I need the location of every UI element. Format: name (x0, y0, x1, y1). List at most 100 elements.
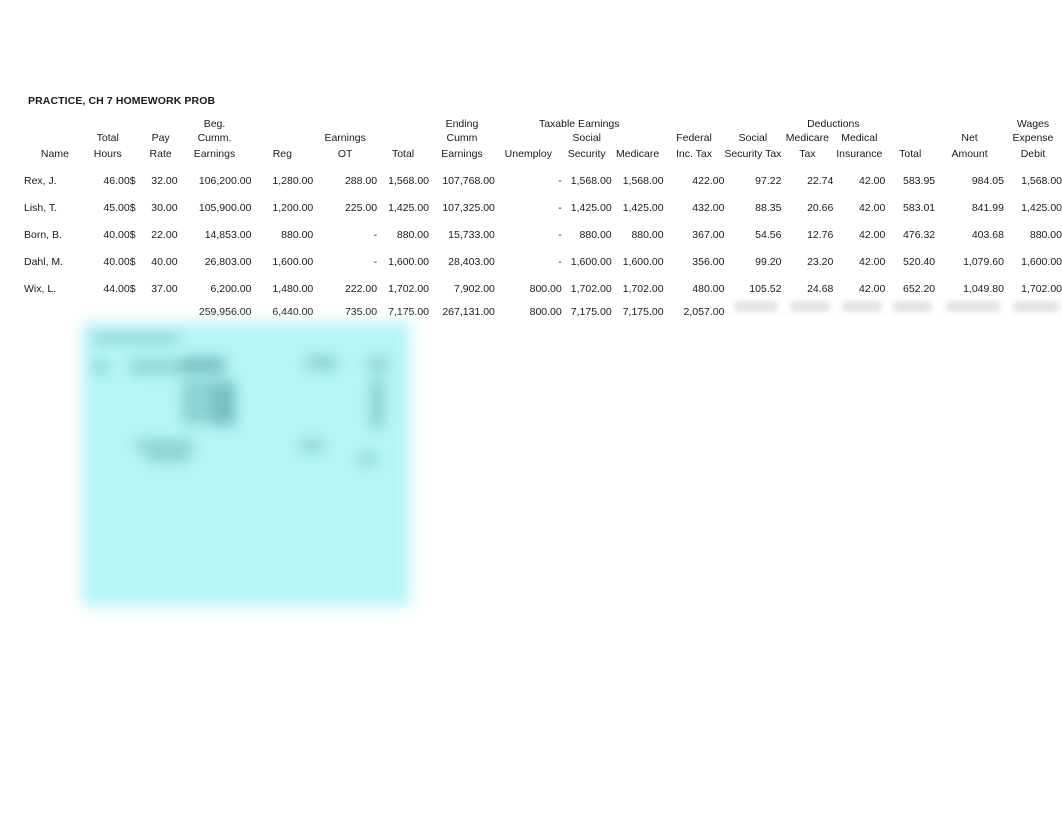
header-social-security-tax: Security Tax (724, 148, 782, 160)
cell-ending-cumm-earnings: 107,768.00 (442, 175, 495, 187)
totals-ot: 735.00 (344, 306, 378, 318)
cell-beg-cumm-earnings: 26,803.00 (204, 256, 252, 268)
cell-pay-rate: 32.00 (151, 175, 178, 187)
cell-ending-cumm-earnings: 28,403.00 (448, 256, 495, 268)
group-spacer-ot (313, 116, 377, 130)
cell-social-security: 1,425.00 (570, 202, 612, 214)
cell-reg: 1,480.00 (272, 283, 314, 295)
totals-federal-inc-tax: 2,057.00 (683, 306, 725, 318)
cell-total-hours: 40.00 (103, 229, 130, 241)
table-totals-row: 259,956.00 6,440.00 735.00 7,175.00 267,… (24, 295, 1062, 318)
cell-medical-insurance: 42.00 (859, 202, 886, 214)
cell-social-security: 880.00 (579, 229, 612, 241)
totals-social-security-tax (724, 295, 781, 318)
cell-federal-inc-tax: 356.00 (692, 256, 725, 268)
group-spacer-name (24, 116, 86, 130)
cell-medical-insurance: 42.00 (859, 256, 886, 268)
cell-beg-cumm-earnings: 6,200.00 (210, 283, 252, 295)
table-row: Dahl, M. 40.00 $40.00 26,803.00 1,600.00-1,6… (24, 241, 1062, 268)
cell-reg: 1,600.00 (272, 256, 314, 268)
cell-total-earnings: 1,568.00 (388, 175, 429, 187)
cell-social-security-tax: 105.52 (749, 283, 782, 295)
cell-beg-cumm-earnings: 14,853.00 (204, 229, 252, 241)
cell-medicare-tax: 22.74 (807, 175, 834, 187)
group-spacer-hours (86, 116, 130, 130)
cell-total-earnings: 1,600.00 (388, 256, 429, 268)
header-ending-cumm-earnings-line1: Ending (445, 118, 479, 130)
cell-medical-insurance: 42.00 (859, 283, 886, 295)
cell-medicare: 1,600.00 (622, 256, 664, 268)
header-ot: OT (337, 148, 353, 160)
header-reg-line2 (251, 130, 313, 144)
totals-total-earnings: 7,175.00 (388, 306, 429, 318)
cell-ot: - (373, 229, 378, 241)
group-spacer-rate (144, 116, 178, 130)
cell-medicare: 1,425.00 (622, 202, 664, 214)
cell-net-amount: 841.99 (971, 202, 1004, 214)
cell-beg-cumm-earnings: 106,200.00 (198, 175, 252, 187)
cell-medicare-tax: 24.68 (807, 283, 834, 295)
cell-total-hours: 40.00 (103, 256, 130, 268)
cell-federal-inc-tax: 367.00 (692, 229, 725, 241)
cell-medicare: 1,702.00 (622, 283, 664, 295)
cell-reg: 880.00 (281, 229, 314, 241)
header-name: Name (40, 148, 69, 160)
header-currency (130, 144, 144, 160)
cell-name: Rex, J. (24, 175, 57, 187)
cell-currency: $ (129, 202, 136, 214)
cell-reg: 1,200.00 (272, 202, 314, 214)
header-medicare-tax: Tax (799, 148, 816, 160)
totals-unemploy: 800.00 (529, 306, 562, 318)
cell-pay-rate: 37.00 (151, 283, 178, 295)
cell-medicare-tax: 23.20 (807, 256, 834, 268)
cell-net-amount: 403.68 (971, 229, 1004, 241)
cell-total-earnings: 1,702.00 (388, 283, 429, 295)
cell-social-security: 1,702.00 (570, 283, 612, 295)
table-body: Rex, J. 46.00 $32.00 106,200.00 1,280.00 288.… (24, 160, 1062, 295)
cell-social-security-tax: 88.35 (755, 202, 782, 214)
cell-name: Born, B. (24, 229, 62, 241)
cell-total-earnings: 880.00 (396, 229, 429, 241)
totals-total-hours (86, 295, 130, 318)
header-medical-insurance-line2: Medical (841, 132, 878, 144)
group-spacer-fed (664, 116, 725, 130)
cell-ot: 225.00 (344, 202, 378, 214)
totals-medical-insurance (833, 295, 885, 318)
totals-medicare-tax (781, 295, 833, 318)
header-pay-rate: Rate (149, 148, 172, 160)
cell-currency: $ (129, 229, 136, 241)
header-net-amount-line2: Net (961, 132, 978, 144)
cell-pay-rate: 22.00 (151, 229, 178, 241)
page-title: PRACTICE, CH 7 HOMEWORK PROB (28, 95, 216, 107)
group-spacer-currency (130, 116, 144, 130)
header-deductions-total: Total (899, 148, 922, 160)
totals-medicare: 7,175.00 (622, 306, 664, 318)
cell-ending-cumm-earnings: 15,733.00 (448, 229, 495, 241)
cell-currency: $ (129, 283, 136, 295)
cell-social-security-tax: 99.20 (755, 256, 782, 268)
cell-medicare: 880.00 (631, 229, 664, 241)
header-total-hours-line2: Total (96, 132, 119, 144)
header-wages-expense-debit: Debit (1020, 148, 1046, 160)
group-spacer-sstax (724, 116, 781, 130)
totals-ending-cumm-earnings: 267,131.00 (442, 306, 495, 318)
cell-unemploy: - (558, 229, 562, 241)
cell-beg-cumm-earnings: 105,900.00 (198, 202, 252, 214)
cell-ot: 288.00 (344, 175, 378, 187)
header-pay-rate-line2: Pay (151, 132, 170, 144)
cell-unemploy: - (558, 256, 562, 268)
totals-currency (130, 295, 144, 318)
cell-pay-rate: 40.00 (151, 256, 178, 268)
cell-social-security-tax: 54.56 (755, 229, 782, 241)
header-federal-inc-tax-line2: Federal (676, 132, 712, 144)
cell-medicare-tax: 20.66 (807, 202, 834, 214)
cell-name: Wix, L. (24, 283, 57, 295)
header-name-line2 (24, 130, 86, 144)
header-beg-cumm-earnings-line2: Cumm. (197, 132, 232, 144)
totals-social-security: 7,175.00 (570, 306, 612, 318)
header-total-earnings: Total (391, 148, 415, 160)
group-spacer-reg (251, 116, 313, 130)
cell-total-earnings: 1,425.00 (388, 202, 429, 214)
cell-federal-inc-tax: 432.00 (692, 202, 725, 214)
cell-social-security: 1,600.00 (570, 256, 612, 268)
